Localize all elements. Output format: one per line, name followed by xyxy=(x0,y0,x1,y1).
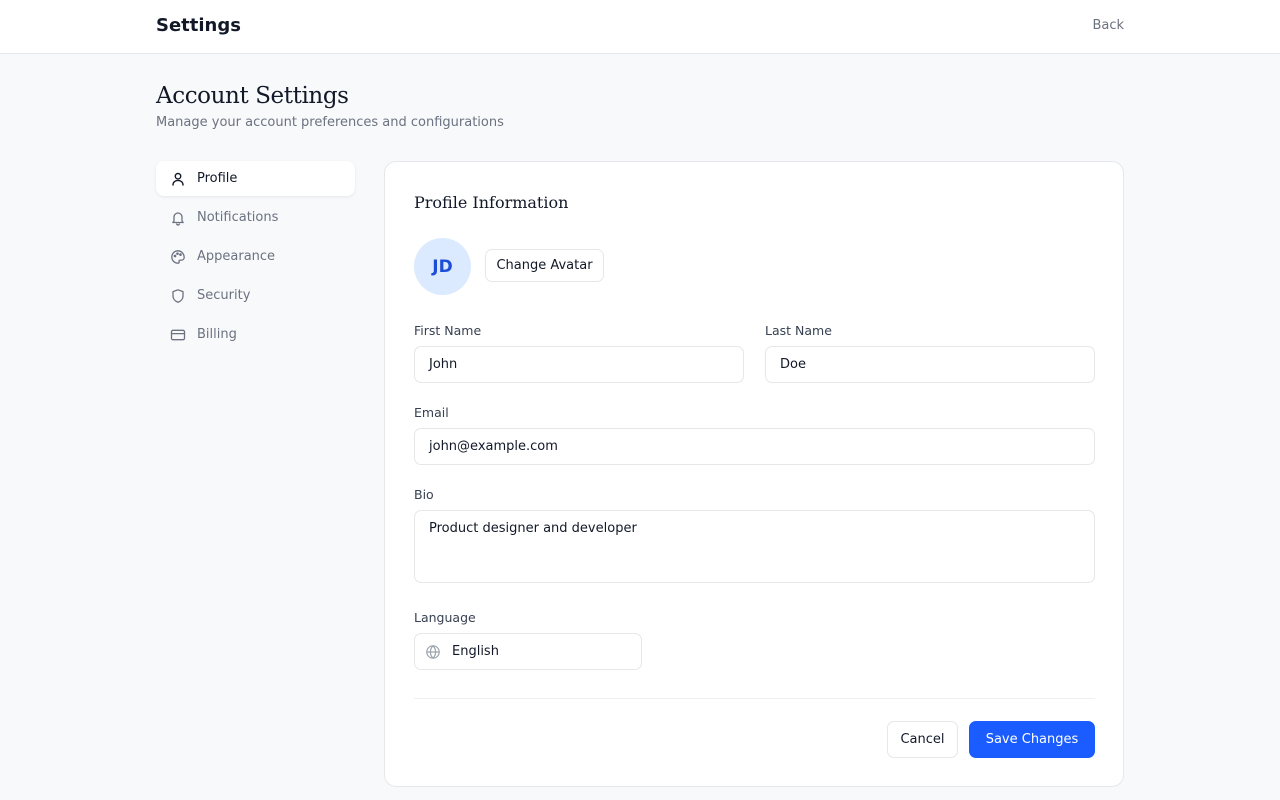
palette-icon xyxy=(170,249,186,265)
bio-textarea[interactable]: Product designer and developer xyxy=(414,510,1095,583)
first-name-field[interactable]: John xyxy=(414,346,744,383)
app-title: Settings xyxy=(156,15,241,36)
settings-sidebar: Profile Notifications Appearance Securit… xyxy=(156,161,355,356)
sidebar-item-billing[interactable]: Billing xyxy=(156,317,355,352)
globe-icon xyxy=(425,644,441,660)
language-select[interactable]: English xyxy=(414,633,642,670)
profile-card: Profile Information JD Change Avatar Fir… xyxy=(384,161,1124,787)
email-field[interactable]: john@example.com xyxy=(414,428,1095,465)
divider xyxy=(414,698,1095,699)
last-name-field[interactable]: Doe xyxy=(765,346,1095,383)
save-button[interactable]: Save Changes xyxy=(969,721,1095,758)
page-title: Account Settings xyxy=(156,83,349,109)
language-label: Language xyxy=(414,610,476,625)
change-avatar-button[interactable]: Change Avatar xyxy=(485,249,604,282)
sidebar-item-label: Security xyxy=(197,288,251,303)
sidebar-item-appearance[interactable]: Appearance xyxy=(156,239,355,274)
top-bar: Settings Back xyxy=(0,0,1280,54)
sidebar-item-notifications[interactable]: Notifications xyxy=(156,200,355,235)
last-name-label: Last Name xyxy=(765,323,832,338)
sidebar-item-label: Appearance xyxy=(197,249,276,264)
cancel-button[interactable]: Cancel xyxy=(887,721,958,758)
credit-card-icon xyxy=(170,327,186,343)
page-subtitle: Manage your account preferences and conf… xyxy=(156,115,504,130)
avatar: JD xyxy=(414,238,471,295)
email-label: Email xyxy=(414,405,449,420)
first-name-label: First Name xyxy=(414,323,482,338)
back-link[interactable]: Back xyxy=(1092,18,1124,33)
user-icon xyxy=(170,171,186,187)
sidebar-item-security[interactable]: Security xyxy=(156,278,355,313)
sidebar-item-label: Profile xyxy=(197,171,238,186)
sidebar-item-profile[interactable]: Profile xyxy=(156,161,355,196)
language-value: English xyxy=(452,644,499,659)
sidebar-item-label: Notifications xyxy=(197,210,279,225)
bio-label: Bio xyxy=(414,487,434,502)
bell-icon xyxy=(170,210,186,226)
shield-icon xyxy=(170,288,186,304)
section-title: Profile Information xyxy=(414,193,569,212)
sidebar-item-label: Billing xyxy=(197,327,237,342)
